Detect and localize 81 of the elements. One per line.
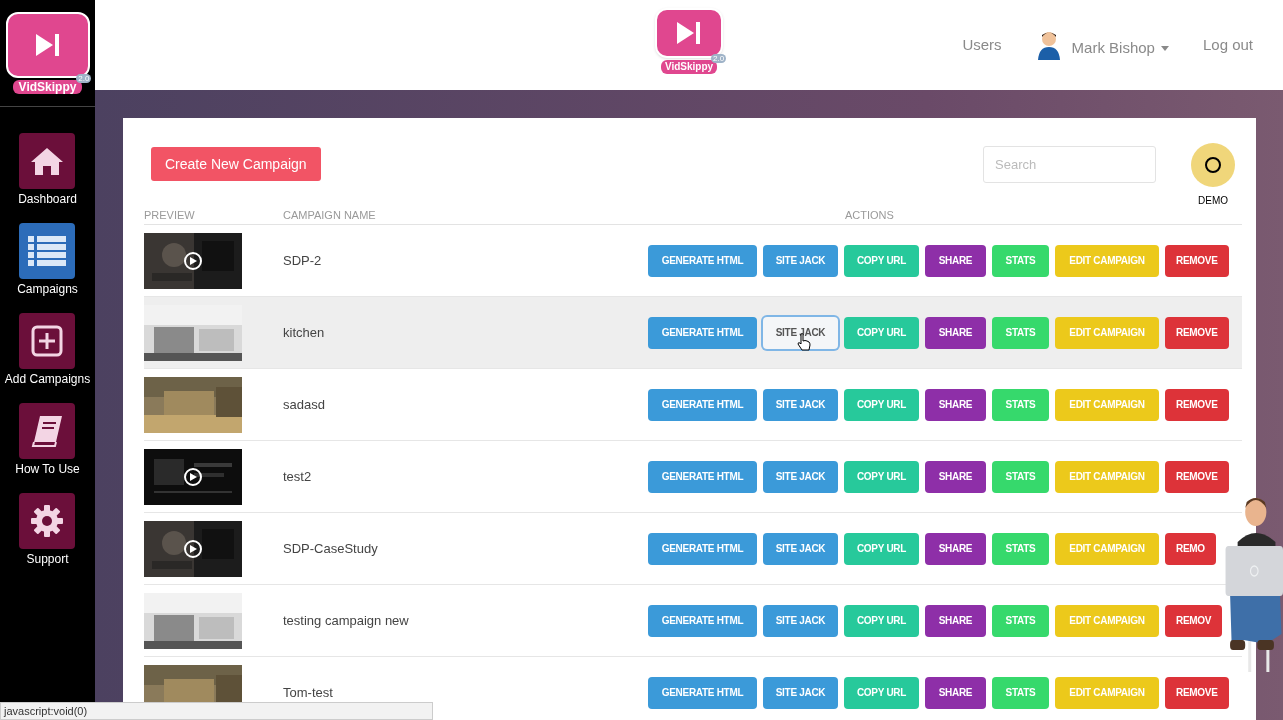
html-action-button[interactable]: GENERATE HTML (648, 604, 757, 637)
share-action-button[interactable]: SHARE (925, 244, 986, 277)
stats-action-button[interactable]: STATS (992, 388, 1049, 421)
edit-action-button[interactable]: EDIT CAMPAIGN (1055, 604, 1159, 637)
html-action-button[interactable]: GENERATE HTML (648, 316, 757, 349)
jack-action-button[interactable]: SITE JACK (763, 532, 838, 565)
plus-icon (31, 325, 64, 357)
campaign-name: Tom-test (283, 683, 334, 702)
stats-action-button[interactable]: STATS (992, 604, 1049, 637)
remove-action-button[interactable]: REMO (1165, 532, 1216, 565)
edit-action-button[interactable]: EDIT CAMPAIGN (1055, 316, 1159, 349)
copy-action-button[interactable]: COPY URL (844, 244, 919, 277)
home-icon (30, 146, 65, 176)
jack-action-button[interactable]: SITE JACK (763, 388, 838, 421)
jack-action-button[interactable]: SITE JACK (763, 244, 838, 277)
jack-action-button[interactable]: SITE JACK (763, 316, 838, 349)
copy-action-button[interactable]: COPY URL (844, 532, 919, 565)
share-action-button[interactable]: SHARE (925, 604, 986, 637)
logo-icon (5, 12, 90, 78)
logo-icon (655, 8, 723, 58)
user-menu[interactable]: Mark Bishop (1071, 36, 1169, 60)
edit-action-button[interactable]: EDIT CAMPAIGN (1055, 676, 1159, 709)
book-icon (30, 414, 65, 448)
html-action-button[interactable]: GENERATE HTML (648, 460, 757, 493)
edit-action-button[interactable]: EDIT CAMPAIGN (1055, 460, 1159, 493)
html-action-button[interactable]: GENERATE HTML (648, 532, 757, 565)
remove-action-button[interactable]: REMOVE (1165, 460, 1229, 493)
stats-action-button[interactable]: STATS (992, 460, 1049, 493)
users-link[interactable]: Users (962, 33, 1002, 57)
copy-action-button[interactable]: COPY URL (844, 388, 919, 421)
campaign-name: SDP-2 (283, 251, 323, 270)
html-action-button[interactable]: GENERATE HTML (648, 388, 757, 421)
stats-action-button[interactable]: STATS (992, 244, 1049, 277)
remove-action-button[interactable]: REMOVE (1165, 316, 1229, 349)
html-action-button[interactable]: GENERATE HTML (648, 244, 757, 277)
demo-label: DEMO (1198, 194, 1228, 208)
html-action-button[interactable]: GENERATE HTML (648, 676, 757, 709)
stats-action-button[interactable]: STATS (992, 316, 1049, 349)
logo-name: VidSkippy (660, 60, 718, 74)
logo-name: VidSkippy (12, 80, 83, 94)
remove-action-button[interactable]: REMOVE (1165, 388, 1229, 421)
edit-action-button[interactable]: EDIT CAMPAIGN (1055, 532, 1159, 565)
copy-action-button[interactable]: COPY URL (844, 676, 919, 709)
column-header: ACTIONS (845, 208, 894, 223)
jack-action-button[interactable]: SITE JACK (763, 460, 838, 493)
gear-icon (30, 504, 65, 538)
copy-action-button[interactable]: COPY URL (844, 604, 919, 637)
stats-action-button[interactable]: STATS (992, 532, 1049, 565)
campaign-name: test2 (283, 467, 313, 486)
list-icon (27, 235, 68, 267)
column-header: CAMPAIGN NAME (283, 208, 377, 223)
stats-action-button[interactable]: STATS (992, 676, 1049, 709)
demo-toggle[interactable] (1191, 143, 1235, 187)
logout-link[interactable]: Log out (1202, 33, 1253, 57)
jack-action-button[interactable]: SITE JACK (763, 676, 838, 709)
campaign-name: kitchen (283, 323, 326, 342)
create-campaign-button[interactable]: Create New Campaign (151, 147, 321, 181)
search-field[interactable]: Search (983, 146, 1156, 183)
avatar-icon (1037, 30, 1060, 60)
remove-action-button[interactable]: REMOVE (1165, 244, 1229, 277)
campaign-name: testing campaign new (283, 611, 410, 630)
caret-icon (1160, 45, 1169, 51)
remove-action-button[interactable]: REMOV (1165, 604, 1223, 637)
edit-action-button[interactable]: EDIT CAMPAIGN (1055, 388, 1159, 421)
edit-action-button[interactable]: EDIT CAMPAIGN (1055, 244, 1159, 277)
share-action-button[interactable]: SHARE (925, 388, 986, 421)
share-action-button[interactable]: SHARE (925, 676, 986, 709)
share-action-button[interactable]: SHARE (925, 460, 986, 493)
campaign-name: SDP-CaseStudy (283, 539, 379, 558)
version-badge: 2.0 (76, 74, 92, 83)
share-action-button[interactable]: SHARE (925, 316, 986, 349)
remove-action-button[interactable]: REMOVE (1165, 676, 1229, 709)
column-header: PREVIEW (144, 208, 196, 223)
campaign-name: sadasd (283, 395, 326, 414)
share-action-button[interactable]: SHARE (925, 532, 986, 565)
status-bar: javascript:void(0) (0, 702, 433, 720)
copy-action-button[interactable]: COPY URL (844, 316, 919, 349)
jack-action-button[interactable]: SITE JACK (763, 604, 838, 637)
version-badge: 2.0 (710, 54, 727, 63)
copy-action-button[interactable]: COPY URL (844, 460, 919, 493)
ring-icon (1205, 157, 1221, 173)
